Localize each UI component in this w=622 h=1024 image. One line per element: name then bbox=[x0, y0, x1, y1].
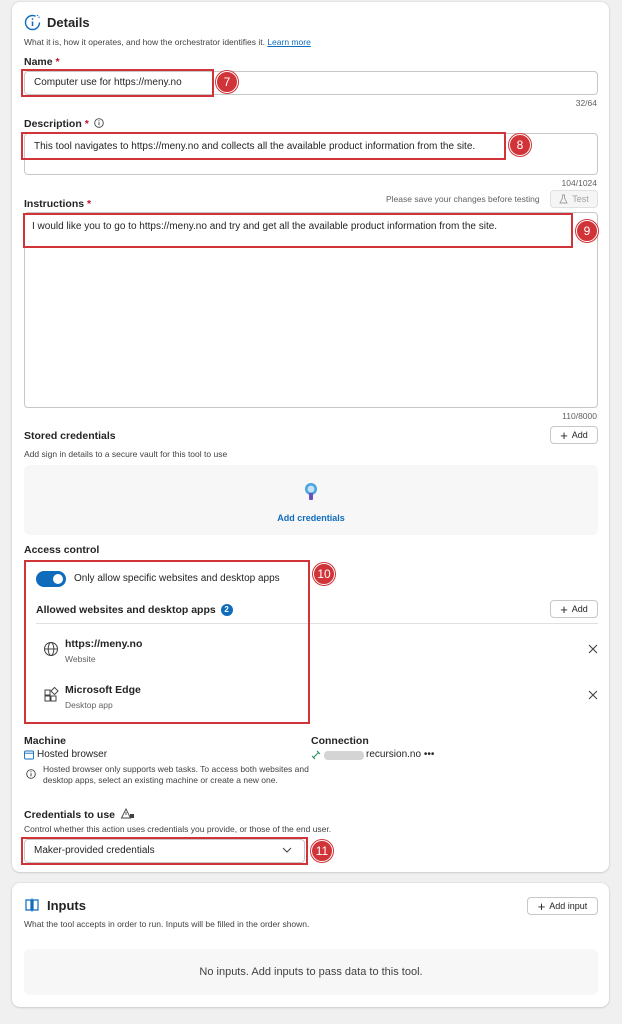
details-subtitle: What it is, how it operates, and how the… bbox=[24, 37, 311, 47]
stored-credentials-label: Stored credentials bbox=[24, 430, 116, 442]
credentials-to-use-label: Credentials to use bbox=[24, 808, 134, 821]
instructions-label: Instructions * bbox=[24, 198, 92, 210]
remove-icon[interactable] bbox=[588, 644, 598, 654]
connection-label: Connection bbox=[311, 735, 369, 747]
plus-icon: + bbox=[560, 427, 568, 443]
name-counter: 32/64 bbox=[575, 98, 597, 108]
callout-11: 11 bbox=[311, 840, 333, 862]
inputs-subtitle: What the tool accepts in order to run. I… bbox=[24, 919, 310, 929]
info-icon bbox=[26, 769, 36, 779]
add-credentials-link[interactable]: Add credentials bbox=[24, 513, 598, 523]
callout-8: 8 bbox=[509, 134, 531, 156]
add-allowed-app-button[interactable]: + Add bbox=[550, 600, 598, 618]
instructions-highlight bbox=[23, 213, 573, 248]
plus-icon: + bbox=[560, 601, 568, 617]
details-card: Details What it is, how it operates, and… bbox=[12, 2, 609, 872]
inputs-icon bbox=[24, 897, 40, 913]
remove-icon[interactable] bbox=[588, 690, 598, 700]
add-input-button[interactable]: + Add input bbox=[527, 897, 598, 915]
access-control-label: Access control bbox=[24, 544, 100, 556]
machine-label: Machine bbox=[24, 735, 67, 747]
learn-more-link[interactable]: Learn more bbox=[267, 37, 310, 47]
details-icon bbox=[24, 14, 41, 31]
machine-note: Hosted browser only supports web tasks. … bbox=[43, 764, 309, 785]
flask-icon bbox=[559, 194, 568, 204]
instructions-counter: 110/8000 bbox=[562, 411, 597, 421]
plus-icon: + bbox=[537, 898, 546, 914]
add-credentials-area[interactable]: Add credentials bbox=[24, 465, 598, 535]
credentials-to-use-description: Control whether this action uses credent… bbox=[24, 824, 332, 834]
connection-value[interactable]: recursion.no ••• bbox=[366, 749, 434, 760]
description-label: Description * bbox=[24, 118, 104, 130]
machine-value: Hosted browser bbox=[37, 749, 108, 760]
callout-9: 9 bbox=[576, 220, 598, 242]
name-highlight bbox=[21, 69, 214, 97]
warning-lock-icon bbox=[120, 808, 134, 819]
callout-7: 7 bbox=[216, 71, 238, 93]
callout-10: 10 bbox=[313, 563, 335, 585]
stored-credentials-description: Add sign in details to a secure vault fo… bbox=[24, 449, 228, 459]
credentials-highlight bbox=[21, 837, 308, 865]
more-icon[interactable]: ••• bbox=[424, 749, 435, 760]
info-icon[interactable] bbox=[93, 118, 104, 128]
save-hint: Please save your changes before testing bbox=[386, 194, 540, 204]
access-control-highlight bbox=[24, 560, 310, 724]
name-label: Name * bbox=[24, 56, 60, 68]
test-button[interactable]: Test bbox=[550, 190, 598, 208]
description-highlight bbox=[21, 132, 506, 160]
browser-icon bbox=[24, 750, 34, 760]
empty-state-text: No inputs. Add inputs to pass data to th… bbox=[199, 966, 423, 978]
inputs-title: Inputs bbox=[47, 898, 86, 913]
details-title: Details bbox=[47, 15, 90, 30]
vault-icon bbox=[302, 481, 320, 501]
redacted-account bbox=[324, 751, 364, 760]
inputs-empty-state: No inputs. Add inputs to pass data to th… bbox=[24, 949, 598, 995]
description-counter: 104/1024 bbox=[561, 178, 597, 188]
inputs-card: Inputs + Add input What the tool accepts … bbox=[12, 883, 609, 1007]
connection-icon bbox=[311, 750, 321, 760]
add-credential-button[interactable]: + Add bbox=[550, 426, 598, 444]
